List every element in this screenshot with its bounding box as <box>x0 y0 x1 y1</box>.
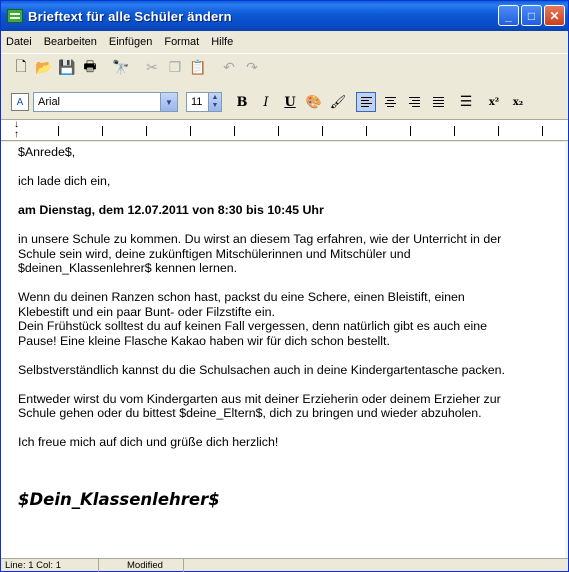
indent-marker-icon[interactable]: ↓ ↑ <box>14 120 19 140</box>
chevron-down-icon[interactable]: ▼ <box>160 93 177 111</box>
highlight-icon[interactable]: 🖌 <box>328 92 348 112</box>
font-size-stepper[interactable]: 11 ▲ ▼ <box>186 92 222 112</box>
new-document-icon[interactable]: 🗋 <box>11 58 31 78</box>
paragraph-school: in unsere Schule zu kommen. Du wirst an … <box>18 232 502 275</box>
paragraph-pickup: Entweder wirst du vom Kindergarten aus m… <box>18 391 501 421</box>
menu-datei[interactable]: Datei <box>1 36 39 48</box>
justify-button[interactable] <box>428 92 448 112</box>
print-icon[interactable]: 🖶 <box>80 58 100 78</box>
menu-bar: Datei Bearbeiten Einfügen Format Hilfe <box>1 32 568 52</box>
document-body[interactable]: $Anrede$, ich lade dich ein, am Dienstag… <box>1 142 568 558</box>
title-bar[interactable]: Brieftext für alle Schüler ändern ➚ _ □ … <box>1 1 568 31</box>
paragraph-bag: Selbstverständlich kannst du die Schulsa… <box>18 362 505 377</box>
font-family-value: Arial <box>38 96 61 108</box>
ruler[interactable]: ↓ ↑ <box>1 119 568 141</box>
invitation-line: ich lade dich ein, <box>18 174 111 188</box>
open-folder-icon[interactable]: 📂 <box>34 58 54 78</box>
align-right-button[interactable] <box>404 92 424 112</box>
minimize-button[interactable]: _ <box>498 5 519 26</box>
modified-status: Modified <box>99 558 184 572</box>
cut-icon[interactable]: ✂ <box>142 58 162 78</box>
bold-button[interactable]: B <box>232 92 252 112</box>
align-right-icon <box>408 97 420 107</box>
find-icon[interactable]: 🔭 <box>111 58 131 78</box>
paste-icon[interactable]: 📋 <box>188 58 208 78</box>
signature: $Dein_Klassenlehrer$ <box>18 490 220 509</box>
font-size-value: 11 <box>191 96 203 108</box>
text-color-icon[interactable]: 🎨 <box>304 92 324 112</box>
superscript-button[interactable]: x² <box>484 92 504 112</box>
menu-einfuegen[interactable]: Einfügen <box>104 36 159 48</box>
font-family-select[interactable]: Arial ▼ <box>33 92 178 112</box>
paragraph-style-icon[interactable]: A <box>11 93 29 111</box>
undo-icon[interactable]: ↶ <box>219 58 239 78</box>
menu-hilfe[interactable]: Hilfe <box>206 36 240 48</box>
app-icon <box>7 9 23 23</box>
window-title: Brieftext für alle Schüler ändern <box>28 8 232 24</box>
align-left-button[interactable] <box>356 92 376 112</box>
cursor-position: Line: 1 Col: 1 <box>1 558 99 572</box>
spin-arrows-icon[interactable]: ▲ ▼ <box>208 93 221 111</box>
redo-icon[interactable]: ↷ <box>242 58 262 78</box>
maximize-button[interactable]: □ <box>521 5 542 26</box>
underline-button[interactable]: U <box>280 92 300 112</box>
closing-line: Ich freue mich auf dich und grüße dich h… <box>18 435 279 449</box>
editor-window: Brieftext für alle Schüler ändern ➚ _ □ … <box>0 0 569 572</box>
save-icon[interactable]: 💾 <box>57 58 77 78</box>
close-button[interactable]: ✕ <box>544 5 565 26</box>
copy-icon[interactable]: ❐ <box>165 58 185 78</box>
status-bar: Line: 1 Col: 1 Modified <box>1 558 568 572</box>
align-left-icon <box>360 97 372 107</box>
paragraph-supplies: Wenn du deinen Ranzen schon hast, packst… <box>18 290 488 348</box>
italic-button[interactable]: I <box>256 92 276 112</box>
salutation: $Anrede$, <box>18 145 76 159</box>
bullet-list-button[interactable]: ☰ <box>456 92 476 112</box>
justify-icon <box>432 97 444 107</box>
date-line: am Dienstag, dem 12.07.2011 von 8:30 bis… <box>18 203 324 217</box>
vertical-scrollbar[interactable] <box>565 142 568 558</box>
format-toolbar: A Arial ▼ 11 ▲ ▼ B I U 🎨 🖌 ☰ x² x₂ <box>1 89 568 115</box>
align-center-icon <box>384 97 396 107</box>
standard-toolbar: 🗋 📂 💾 🖶 🔭 ✂ ❐ 📋 ↶ ↷ <box>1 53 568 81</box>
align-center-button[interactable] <box>380 92 400 112</box>
menu-format[interactable]: Format <box>159 36 206 48</box>
subscript-button[interactable]: x₂ <box>508 92 528 112</box>
menu-bearbeiten[interactable]: Bearbeiten <box>39 36 104 48</box>
